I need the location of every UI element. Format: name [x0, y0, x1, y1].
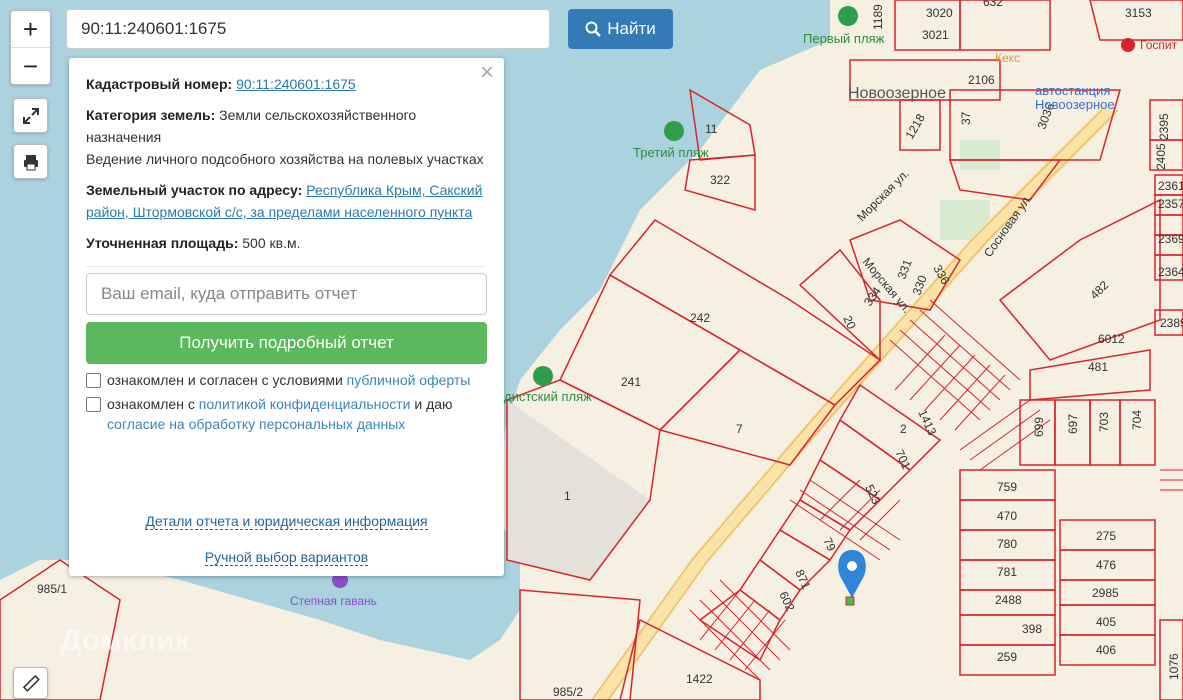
parcel-label: 476: [1096, 558, 1116, 572]
search-button-label: Найти: [607, 19, 656, 38]
zoom-control: + −: [10, 10, 51, 85]
parcel-label: 1422: [686, 672, 713, 686]
parcel-label: 632: [983, 0, 1003, 9]
data-processing-link[interactable]: согласие на обработку персональных данны…: [107, 416, 405, 432]
privacy-consent-text: ознакомлен с политикой конфиденциальност…: [107, 396, 453, 432]
parcel-label: 2: [900, 422, 907, 436]
poi-label: Третий пляж: [633, 145, 709, 160]
parcel-label: 2985: [1092, 586, 1119, 600]
privacy-policy-link[interactable]: политикой конфиденциальности: [199, 396, 411, 412]
poi-label: дистский пляж: [504, 389, 592, 404]
hospital-label: Госпит: [1140, 38, 1178, 52]
parcel-label: 275: [1096, 529, 1116, 543]
parcel-label: 398: [1022, 622, 1042, 636]
offer-consent-row: ознакомлен и согласен с условиями публич…: [86, 370, 486, 390]
fullscreen-button[interactable]: [13, 98, 48, 133]
address-row: Земельный участок по адресу: Республика …: [86, 179, 486, 223]
parcel-info-panel: × Кадастровый номер: 90:11:240601:1675 К…: [69, 58, 504, 576]
parcel-label: 2357: [1158, 197, 1183, 211]
area-row: Уточненная площадь: 500 кв.м.: [86, 232, 486, 254]
zoom-out-button[interactable]: −: [11, 48, 50, 84]
privacy-consent-row: ознакомлен с политикой конфиденциальност…: [86, 394, 486, 434]
address-label: Земельный участок по адресу:: [86, 182, 303, 198]
parcel-label: 2488: [995, 593, 1022, 607]
parcel-label: 697: [1066, 414, 1080, 434]
parcel-label: 11: [705, 122, 718, 136]
hospital-icon: [1121, 38, 1135, 52]
parcel-label: 37: [959, 111, 973, 125]
ruler-icon: [22, 674, 40, 692]
parcel-label: 2364: [1158, 265, 1183, 279]
parcel-label: 2395: [1157, 113, 1171, 140]
area-value: 500 кв.м.: [242, 235, 301, 251]
parcel-label: 322: [710, 173, 730, 187]
report-details-link[interactable]: Детали отчета и юридическая информация: [145, 513, 428, 530]
parcel-label: 699: [1032, 417, 1046, 437]
parcel-label: 3020: [926, 6, 953, 20]
beach-icon: [664, 121, 684, 141]
privacy-checkbox[interactable]: [86, 397, 101, 412]
parcel-label: 1: [564, 489, 571, 503]
cadastral-number-row: Кадастровый номер: 90:11:240601:1675: [86, 73, 486, 95]
parcel-label: 2369: [1158, 232, 1183, 246]
poi-label: Степная гавань: [290, 594, 377, 608]
parcel-label: 780: [997, 537, 1017, 551]
printer-icon: [23, 154, 38, 170]
email-field[interactable]: [86, 273, 487, 315]
divider: [86, 266, 486, 267]
bus-station-label: автостанция: [1035, 83, 1110, 98]
parcel-label: 405: [1096, 615, 1116, 629]
parcel-label: 470: [997, 509, 1017, 523]
parcel-label: 2405: [1154, 143, 1168, 170]
manual-row: Ручной выбор вариантов: [69, 546, 504, 568]
parcel-label: 241: [621, 375, 641, 389]
search-button[interactable]: Найти: [568, 9, 673, 49]
parcel-label: 7: [736, 422, 743, 436]
parcel-label: 2106: [968, 73, 995, 87]
parcel-label: 1076: [1167, 653, 1181, 680]
parcel-label: 3153: [1125, 6, 1152, 20]
parcel-label: 2361: [1158, 179, 1183, 193]
search-icon: [585, 21, 602, 37]
parcel-label: 703: [1097, 412, 1111, 432]
parcel-label: 242: [690, 311, 710, 325]
search-input[interactable]: [66, 9, 550, 49]
land-category-row: Категория земель: Земли сельскохозяйстве…: [86, 104, 486, 148]
expand-icon: [22, 107, 39, 124]
print-button[interactable]: [13, 144, 48, 179]
cadastral-number-link[interactable]: 90:11:240601:1675: [236, 76, 356, 92]
offer-consent-text: ознакомлен и согласен с условиями публич…: [107, 372, 471, 388]
shop-label: Кекс: [995, 51, 1020, 65]
bus-station-label-2: Новоозерное: [1035, 97, 1115, 112]
parcel-label: 759: [997, 480, 1017, 494]
land-usage: Ведение личного подсобного хозяйства на …: [86, 151, 484, 167]
beach-icon: [533, 366, 553, 386]
parcel-label: 781: [997, 565, 1017, 579]
zoom-in-button[interactable]: +: [11, 11, 50, 48]
watermark-logo: Домклик: [60, 624, 191, 657]
parcel-label: 259: [997, 650, 1017, 664]
parcel-label: 2389: [1160, 316, 1183, 330]
manual-selection-link[interactable]: Ручной выбор вариантов: [204, 549, 369, 566]
cadastral-number-label: Кадастровый номер:: [86, 76, 233, 92]
parcel-label: 1189: [871, 4, 885, 30]
poi-label: Первый пляж: [803, 31, 885, 46]
details-row: Детали отчета и юридическая информация: [69, 510, 504, 532]
parcel-label: 6012: [1098, 332, 1125, 346]
settlement-label: Новоозерное: [848, 85, 946, 102]
land-category-label: Категория земель:: [86, 107, 216, 123]
parcel-label: 985/1: [37, 582, 67, 596]
parcel-label: 481: [1088, 360, 1108, 374]
parcel-label: 985/2: [553, 685, 583, 699]
offer-link[interactable]: публичной оферты: [347, 372, 471, 388]
get-report-button[interactable]: Получить подробный отчет: [86, 322, 487, 364]
area-label: Уточненная площадь:: [86, 235, 239, 251]
parcel-label: 704: [1130, 410, 1144, 430]
beach-icon: [838, 6, 858, 26]
ruler-button[interactable]: [13, 667, 48, 699]
offer-checkbox[interactable]: [86, 373, 101, 388]
parcel-label: 406: [1096, 643, 1116, 657]
parcel-label: 3021: [922, 28, 949, 42]
